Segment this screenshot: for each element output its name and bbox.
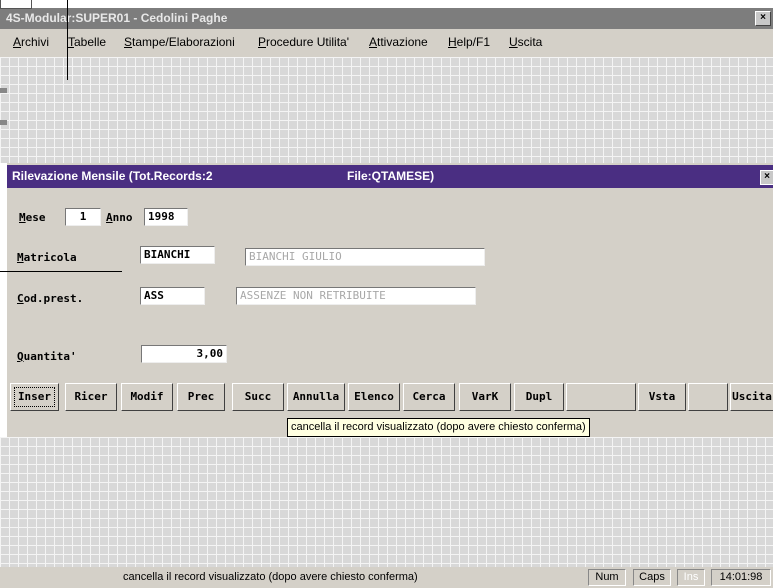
quantita-label: Quantita'	[17, 350, 77, 363]
ins-indicator: Ins	[677, 569, 705, 586]
window-title: 4S-Modular:SUPER01 - Cedolini Paghe	[6, 11, 228, 25]
vista-button-label: Vsta	[648, 390, 676, 403]
menu-stampe[interactable]: Stampe/Elaborazioni	[124, 35, 235, 49]
menu-archivi[interactable]: Archivi	[13, 35, 49, 49]
prec-button-label: Prec	[187, 390, 215, 403]
mdi-background	[0, 437, 773, 567]
uscita-button-label: Uscita	[732, 390, 772, 403]
cod-prest-field[interactable]: ASS	[140, 287, 205, 305]
vark-button[interactable]: VarK	[459, 383, 511, 411]
menu-attivazione[interactable]: Attivazione	[369, 35, 428, 49]
dialog-title: Rilevazione Mensile (Tot.Records:2	[12, 169, 213, 183]
clock: 14:01:98	[711, 569, 771, 586]
succ-button[interactable]: Succ	[232, 383, 284, 411]
status-bar: cancella il record visualizzato (dopo av…	[0, 567, 773, 588]
callout-line	[67, 0, 68, 80]
dupl-button-label: Dupl	[525, 390, 553, 403]
elenco-button-label: Elenco	[354, 390, 394, 403]
cod-prest-desc-field: ASSENZE NON RETRIBUITE	[236, 287, 476, 305]
tooltip: cancella il record visualizzato (dopo av…	[287, 418, 590, 437]
empty-button[interactable]	[688, 383, 728, 411]
elenco-button[interactable]: Elenco	[348, 383, 400, 411]
caps-indicator: Caps	[633, 569, 671, 586]
empty-button[interactable]	[566, 383, 636, 411]
cerca-button-label: Cerca	[412, 390, 446, 403]
anno-field[interactable]: 1998	[144, 208, 188, 226]
ricer-button-label: Ricer	[74, 390, 108, 403]
annulla-button[interactable]: Annulla	[287, 383, 345, 411]
inser-button[interactable]: Inser	[10, 383, 59, 411]
modif-button-label: Modif	[130, 390, 164, 403]
stray-window-edge	[0, 0, 32, 9]
ricer-button[interactable]: Ricer	[65, 383, 117, 411]
mese-label: Mese	[19, 211, 46, 224]
matricola-field[interactable]: BIANCHI	[140, 246, 215, 264]
annulla-button-label: Annulla	[292, 390, 340, 403]
prec-button[interactable]: Prec	[177, 383, 225, 411]
menu-bar: Archivi Tabelle Stampe/Elaborazioni Proc…	[0, 29, 773, 57]
stray-edge-mark	[0, 88, 7, 93]
cod-prest-label: Cod.prest.	[17, 292, 84, 305]
uscita-button[interactable]: Uscita	[730, 383, 773, 411]
menu-procedure[interactable]: Procedure Utilita'	[258, 35, 349, 49]
quantita-field[interactable]: 3,00	[141, 345, 227, 363]
vark-button-label: VarK	[471, 390, 499, 403]
inser-button-label: Inser	[17, 390, 52, 403]
window-titlebar: 4S-Modular:SUPER01 - Cedolini Paghe ×	[0, 8, 773, 29]
dupl-button[interactable]: Dupl	[514, 383, 564, 411]
matricola-label: Matricola	[17, 251, 77, 264]
stray-edge-mark	[0, 120, 7, 125]
callout-line	[0, 271, 122, 272]
rilevazione-dialog: Rilevazione Mensile (Tot.Records:2 File:…	[6, 163, 773, 437]
menu-tabelle[interactable]: Tabelle	[68, 35, 106, 49]
menu-help[interactable]: Help/F1	[448, 35, 490, 49]
anno-label: Anno	[106, 211, 133, 224]
cerca-button[interactable]: Cerca	[403, 383, 455, 411]
modif-button[interactable]: Modif	[121, 383, 173, 411]
dialog-file: File:QTAMESE)	[347, 169, 435, 183]
vista-button[interactable]: Vsta	[638, 383, 686, 411]
menu-uscita[interactable]: Uscita	[509, 35, 542, 49]
dialog-titlebar: Rilevazione Mensile (Tot.Records:2 File:…	[7, 165, 773, 188]
mese-field[interactable]: 1	[65, 208, 101, 226]
matricola-name-field: BIANCHI GIULIO	[245, 248, 485, 266]
button-toolbar: Inser Ricer Modif Prec Succ Annulla Elen…	[10, 383, 773, 411]
succ-button-label: Succ	[244, 390, 272, 403]
status-message: cancella il record visualizzato (dopo av…	[123, 571, 418, 583]
mdi-background	[0, 57, 773, 163]
dialog-close-button[interactable]: ×	[760, 170, 773, 185]
num-indicator: Num	[588, 569, 626, 586]
window-close-button[interactable]: ×	[755, 11, 771, 26]
